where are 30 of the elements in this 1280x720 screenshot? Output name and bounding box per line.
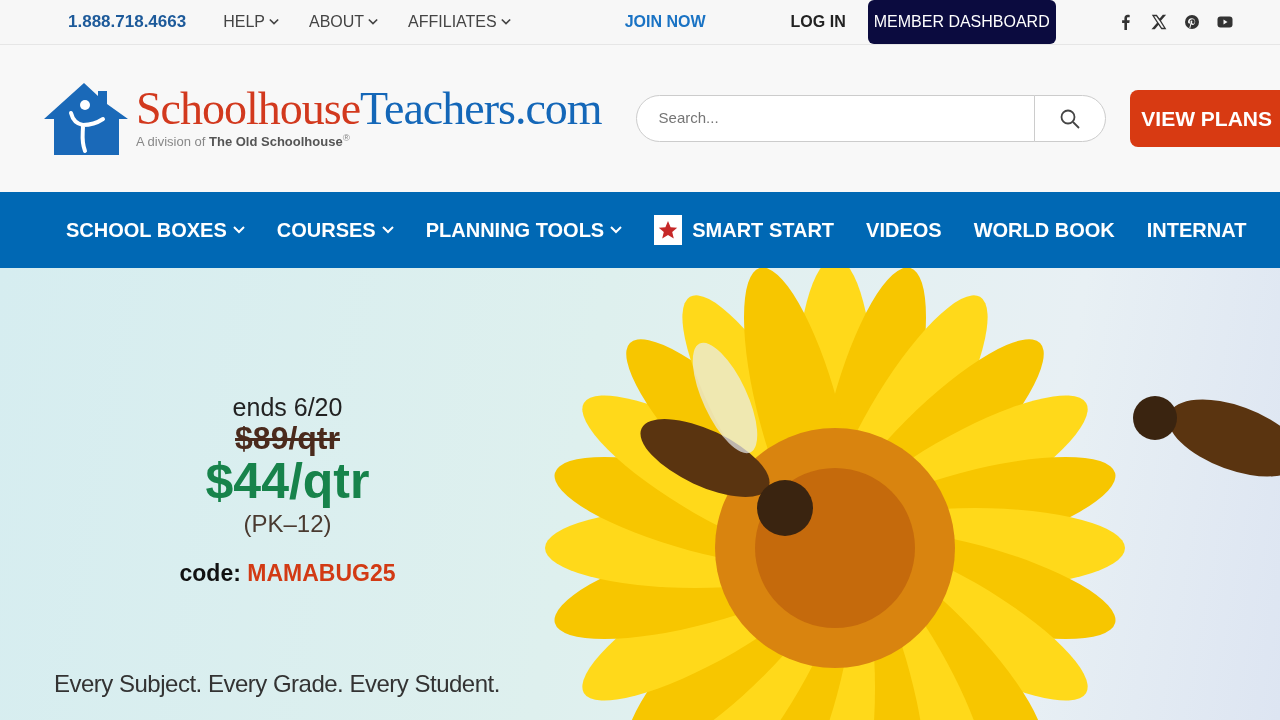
video-play-icon[interactable] <box>1216 14 1233 30</box>
menu-link[interactable]: HELP <box>223 10 279 34</box>
grade-range: (PK–12) <box>243 509 332 537</box>
nav-item[interactable]: INTERNAT <box>1130 215 1263 245</box>
pinterest-icon[interactable] <box>1183 14 1200 30</box>
phone-link[interactable]: 1.888.718.4663 <box>68 9 187 35</box>
old-price: $89/qtr <box>235 419 340 456</box>
search-icon <box>1060 108 1081 129</box>
promo-code: MAMABUG25 <box>247 559 396 586</box>
join-link[interactable]: JOIN NOW <box>624 10 706 34</box>
nav-item[interactable]: WORLD BOOK <box>957 215 1131 245</box>
view-plans-button[interactable]: VIEW PLANS <box>1130 89 1280 148</box>
login-link[interactable]: LOG IN <box>790 10 846 34</box>
search-field[interactable]: Search... <box>635 95 1036 142</box>
menu-link[interactable]: ABOUT <box>308 10 379 34</box>
nav-item[interactable]: SCHOOL BOXES <box>50 215 261 245</box>
dashboard-button[interactable]: MEMBER DASHBOARD <box>867 0 1056 44</box>
house-logo-icon <box>44 82 128 155</box>
nav-item[interactable]: SMART START <box>638 215 851 245</box>
code-label: code: <box>179 559 241 586</box>
hero-tagline: Every Subject. Every Grade. Every Student. <box>54 669 500 699</box>
x-logo-icon[interactable] <box>1150 14 1167 30</box>
nav-item[interactable]: COURSES <box>260 215 410 245</box>
logo-wordmark: SchoolhouseTeachers.com <box>136 85 602 132</box>
logo-tagline: A division of The Old Schoolhouse$^{®}$ <box>136 131 351 151</box>
nav-item[interactable]: PLANNING TOOLS <box>409 215 639 245</box>
nav-item[interactable]: VIDEOS <box>850 215 958 245</box>
menu-link[interactable]: AFFILIATES <box>408 10 511 34</box>
sale-end-date: ends 6/20 <box>231 394 344 422</box>
search-button[interactable] <box>1034 95 1107 142</box>
